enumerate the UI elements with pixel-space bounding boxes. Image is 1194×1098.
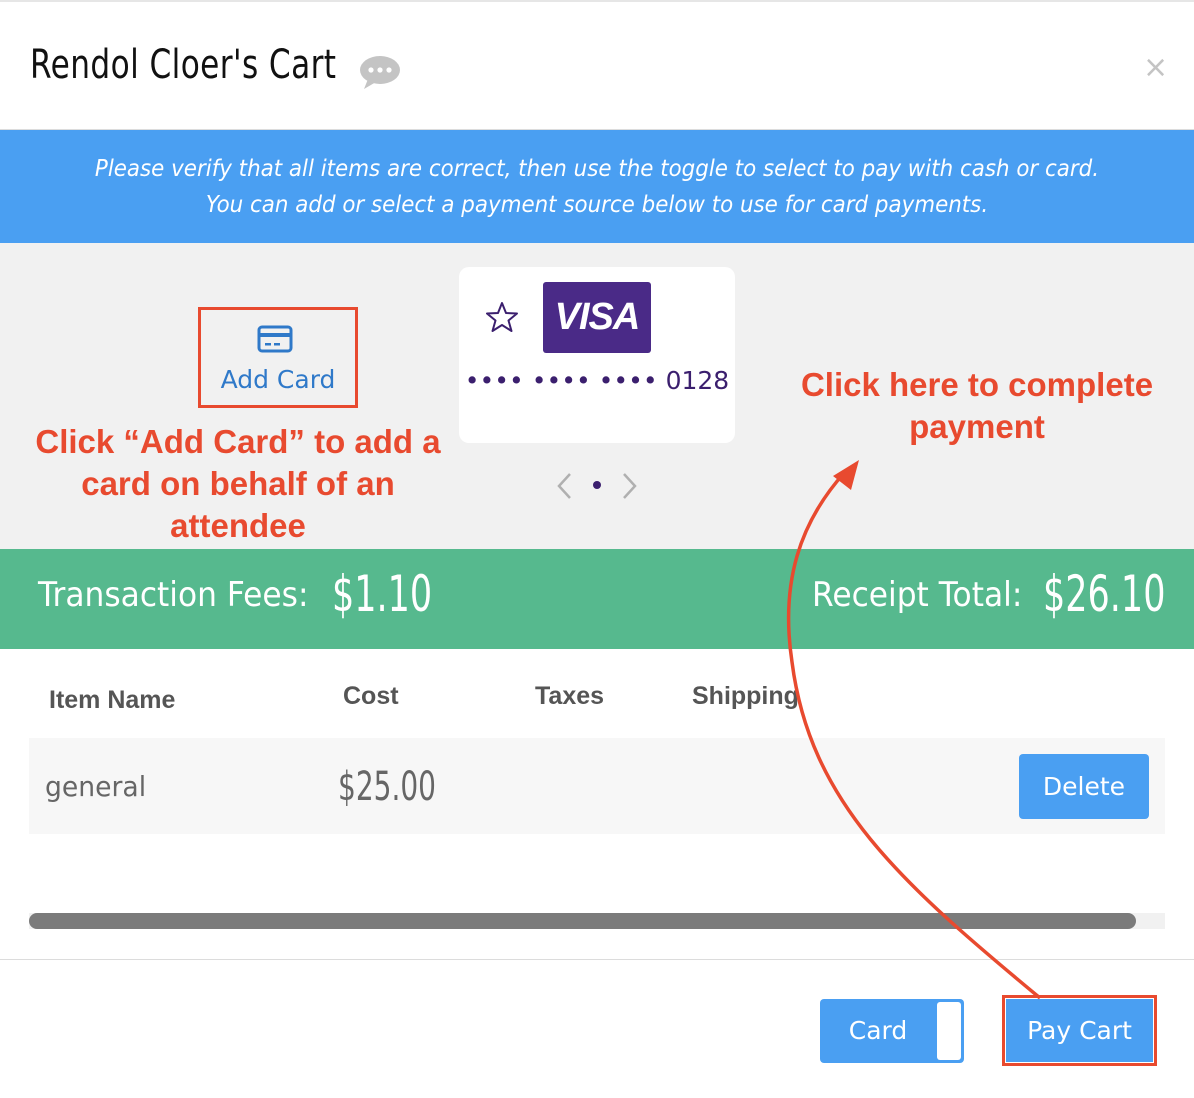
transaction-fees-label: Transaction Fees: [38,575,309,615]
item-name: general [45,770,147,803]
transaction-fees-value: $1.10 [332,565,433,623]
banner-line-2: You can add or select a payment source b… [205,192,989,218]
banner-line-1: Please verify that all items are correct… [94,156,1100,182]
toggle-knob[interactable] [937,1002,961,1060]
add-card-button[interactable]: Add Card [198,307,358,408]
item-cost: $25.00 [338,764,436,810]
card-carousel-nav [554,471,640,501]
toggle-label: Card [848,1016,908,1045]
column-header-item-name: Item Name [49,686,176,714]
column-header-shipping: Shipping [692,682,799,710]
column-header-cost: Cost [343,682,399,710]
chevron-left-icon[interactable] [554,471,576,506]
totals-bar: Transaction Fees: $1.10 Receipt Total: $… [0,549,1194,649]
visa-logo: VISA [543,282,651,353]
pay-annotation: Click here to complete payment [800,366,1154,445]
horizontal-scrollbar[interactable] [29,913,1165,929]
receipt-total-label: Receipt Total: [812,575,1023,615]
pay-cart-button[interactable]: Pay Cart [1006,999,1153,1062]
payment-method-toggle[interactable]: Card [820,999,964,1063]
scrollbar-thumb[interactable] [29,913,1136,929]
page-title: Rendol Cloer's Cart [30,42,337,88]
cart-modal: Rendol Cloer's Cart × Please verify that… [0,0,1194,1098]
saved-card-tile[interactable]: VISA •••• •••• •••• 0128 [459,267,735,443]
modal-header: Rendol Cloer's Cart × [0,2,1194,130]
info-banner: Please verify that all items are correct… [0,130,1194,243]
payment-source-area: Add Card Click “Add Card” to add a card … [0,243,1194,549]
add-card-label: Add Card [220,365,336,394]
footer-divider [0,959,1194,960]
credit-card-icon [257,325,293,358]
column-header-taxes: Taxes [535,682,605,710]
receipt-total-value: $26.10 [1043,565,1166,623]
chat-icon[interactable] [358,54,402,97]
star-icon[interactable] [485,301,519,338]
chevron-right-icon[interactable] [618,471,640,506]
add-card-annotation: Click “Add Card” to add a card on behalf… [35,423,441,544]
table-row: general $25.00 Delete [29,738,1165,834]
card-number: •••• •••• •••• 0128 [464,366,730,395]
delete-button[interactable]: Delete [1019,754,1149,819]
carousel-dot[interactable] [593,481,601,489]
close-icon[interactable]: × [1143,50,1168,85]
